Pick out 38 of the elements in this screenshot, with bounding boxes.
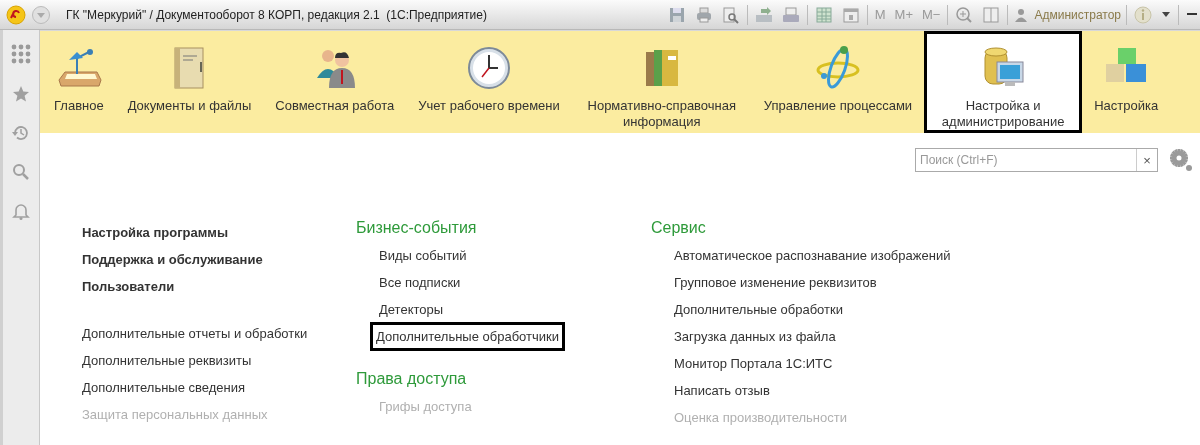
window-title: ГК "Меркурий" / Документооборот 8 КОРП, редакция 2.1 (1С:Предприятие) xyxy=(66,7,487,22)
command-link[interactable]: Дополнительные обработчики xyxy=(370,322,565,351)
minimize-icon[interactable] xyxy=(1187,13,1197,16)
user-name[interactable]: Администратор xyxy=(1034,7,1121,22)
history-icon[interactable] xyxy=(12,124,30,142)
spreadsheet-icon[interactable] xyxy=(814,5,833,24)
section-tab[interactable]: Главное xyxy=(42,31,116,133)
caret-icon[interactable] xyxy=(1162,12,1170,17)
send-icon[interactable] xyxy=(754,5,773,24)
group-heading: Бизнес-события xyxy=(356,219,477,237)
panel-icon[interactable] xyxy=(982,5,1001,24)
section-tab[interactable]: Нормативно-справочная информация xyxy=(571,31,752,133)
apps-grid-icon[interactable] xyxy=(11,44,31,64)
info-icon[interactable] xyxy=(1134,5,1152,24)
scanner-icon[interactable] xyxy=(781,5,800,24)
section-tab[interactable]: Настройка и администрирование xyxy=(924,31,1083,133)
calendar-icon[interactable] xyxy=(841,5,860,24)
section-tab[interactable]: Совместная работа xyxy=(263,31,407,133)
user-icon xyxy=(1015,7,1028,22)
search-field[interactable]: Поиск (Ctrl+F) × xyxy=(915,148,1158,172)
zoom-icon[interactable] xyxy=(955,5,974,24)
clear-button[interactable]: × xyxy=(1136,149,1157,171)
print-icon[interactable] xyxy=(694,5,713,24)
app-logo-icon[interactable] xyxy=(6,4,26,25)
section-tab[interactable]: Настройка xyxy=(1082,31,1171,133)
bell-icon[interactable] xyxy=(12,202,30,220)
group-heading: Сервис xyxy=(651,219,706,237)
search-icon[interactable] xyxy=(12,163,30,181)
section-tab[interactable]: Управление процессами xyxy=(751,31,925,133)
clock-icon xyxy=(465,44,513,92)
print-preview-icon[interactable] xyxy=(721,5,740,24)
group-heading: Права доступа xyxy=(356,370,467,388)
section-tab[interactable]: Документы и файлы xyxy=(115,31,264,133)
section-tab[interactable]: Учет рабочего времени xyxy=(406,31,572,133)
settings-icon[interactable] xyxy=(1168,147,1194,173)
star-icon[interactable] xyxy=(12,85,30,103)
menu-dropdown-icon[interactable] xyxy=(31,4,51,25)
save-icon[interactable] xyxy=(667,5,686,24)
